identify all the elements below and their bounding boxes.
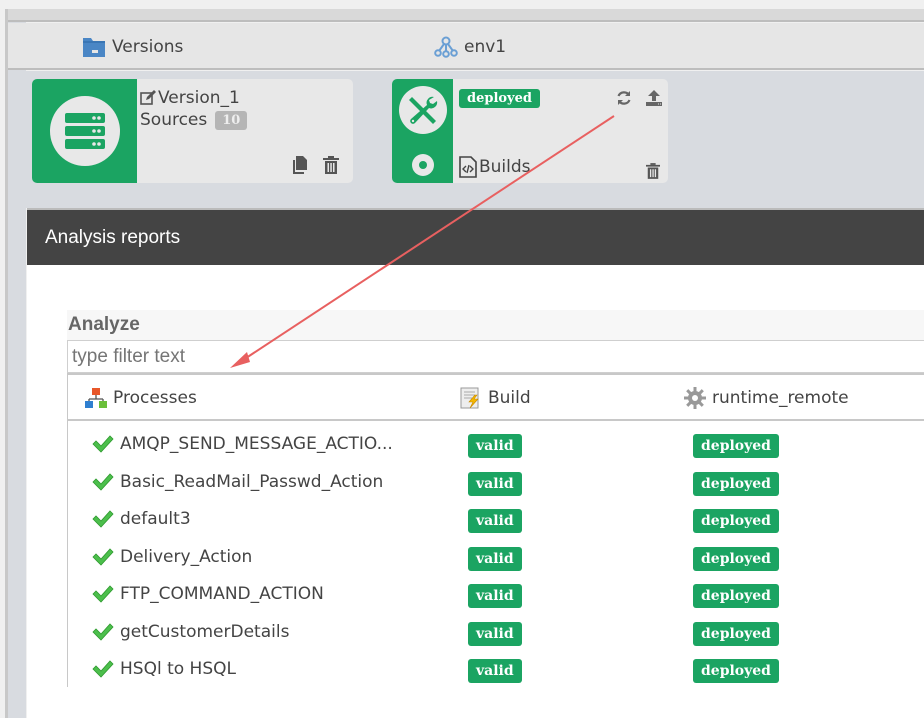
upload-icon[interactable]	[646, 90, 662, 106]
runtime-status-badge: deployed	[693, 472, 779, 496]
table-row[interactable]: Delivery_Action valid deployed	[68, 543, 924, 580]
process-name-cell[interactable]: Basic_ReadMail_Passwd_Action	[92, 468, 383, 496]
process-name: getCustomerDetails	[120, 622, 289, 642]
runtime-status-badge: deployed	[693, 622, 779, 646]
build-status-badge: valid	[468, 509, 522, 533]
panel-title: Analysis reports	[45, 227, 180, 248]
edit-icon[interactable]	[140, 90, 156, 106]
check-icon	[92, 510, 114, 528]
build-status-badge: valid	[468, 622, 522, 646]
version-name[interactable]: Version_1	[140, 88, 240, 108]
cards-area: Version_1 Sources 10	[8, 71, 924, 208]
check-icon	[92, 585, 114, 603]
gear-icon	[684, 387, 706, 409]
folder-icon	[82, 36, 106, 58]
process-name: Basic_ReadMail_Passwd_Action	[120, 472, 383, 492]
build-status-badge: valid	[468, 584, 522, 608]
env-card-body: deployed Builds	[453, 79, 668, 183]
version-card[interactable]: Version_1 Sources 10	[32, 79, 353, 183]
trash-icon[interactable]	[323, 156, 339, 174]
process-name: FTP_COMMAND_ACTION	[120, 584, 324, 604]
tab-bar: Versions env1	[8, 23, 924, 70]
build-status-badge: valid	[468, 472, 522, 496]
sources-count-badge: 10	[215, 111, 247, 130]
env-card-side	[392, 79, 453, 183]
check-icon	[92, 623, 114, 641]
process-name: HSQl to HSQL	[120, 659, 236, 679]
column-runtime-remote-label: runtime_remote	[712, 388, 849, 408]
env-card[interactable]: deployed Builds	[392, 79, 668, 183]
builds-label: Builds	[479, 157, 531, 177]
process-name-cell[interactable]: HSQl to HSQL	[92, 655, 236, 683]
process-name-cell[interactable]: getCustomerDetails	[92, 618, 289, 646]
process-name: AMQP_SEND_MESSAGE_ACTIO...	[120, 434, 393, 454]
table-row[interactable]: Basic_ReadMail_Passwd_Action valid deploye…	[68, 468, 924, 505]
analyze-title: Analyze	[67, 310, 924, 340]
code-file-icon	[459, 156, 477, 178]
process-name: default3	[120, 509, 191, 529]
table-row[interactable]: FTP_COMMAND_ACTION valid deployed	[68, 580, 924, 617]
build-icon	[460, 387, 482, 409]
build-status-badge: valid	[468, 434, 522, 458]
runtime-status-badge: deployed	[693, 434, 779, 458]
version-name-label: Version_1	[158, 88, 240, 108]
process-name: Delivery_Action	[120, 547, 252, 567]
process-name-cell[interactable]: default3	[92, 505, 191, 533]
column-processes-label: Processes	[113, 388, 197, 408]
runtime-status-badge: deployed	[693, 659, 779, 683]
filter-input[interactable]	[67, 340, 924, 373]
table-row[interactable]: default3 valid deployed	[68, 505, 924, 542]
process-grid: Processes Build runtime_remote AMQP_SEND…	[67, 373, 924, 687]
check-icon	[92, 548, 114, 566]
runtime-status-badge: deployed	[693, 547, 779, 571]
tools-icon	[399, 86, 447, 134]
tab-env1-label: env1	[464, 37, 506, 57]
version-sources: Sources 10	[140, 110, 247, 130]
server-icon	[50, 96, 120, 166]
tab-versions-label: Versions	[112, 37, 183, 57]
sources-label: Sources	[140, 110, 207, 130]
check-icon	[92, 473, 114, 491]
env-status-badge: deployed	[459, 89, 540, 108]
copy-icon[interactable]	[292, 156, 308, 174]
version-card-side	[32, 79, 137, 183]
build-status-badge: valid	[468, 547, 522, 571]
analysis-reports-header: Analysis reports	[27, 208, 924, 265]
column-build-label: Build	[488, 388, 531, 408]
grid-header: Processes Build runtime_remote	[68, 373, 924, 421]
process-name-cell[interactable]: Delivery_Action	[92, 543, 252, 571]
hierarchy-icon	[85, 387, 107, 409]
analysis-reports-body: Analyze Processes Build	[27, 265, 924, 718]
tab-env1[interactable]: env1	[434, 36, 506, 58]
table-row[interactable]: AMQP_SEND_MESSAGE_ACTIO... valid deployed	[68, 430, 924, 467]
network-icon	[434, 36, 458, 58]
version-card-body: Version_1 Sources 10	[137, 79, 353, 183]
top-strip	[8, 9, 924, 22]
table-row[interactable]: getCustomerDetails valid deployed	[68, 618, 924, 655]
check-icon	[92, 435, 114, 453]
refresh-icon[interactable]	[616, 90, 632, 106]
column-runtime-remote[interactable]: runtime_remote	[684, 387, 849, 409]
column-build[interactable]: Build	[460, 387, 531, 409]
runtime-status-badge: deployed	[693, 509, 779, 533]
check-icon	[92, 660, 114, 678]
tab-versions[interactable]: Versions	[82, 36, 183, 58]
trash-icon[interactable]	[646, 163, 660, 179]
builds-link[interactable]: Builds	[459, 156, 531, 178]
column-processes[interactable]: Processes	[85, 387, 197, 409]
table-row[interactable]: HSQl to HSQL valid deployed	[68, 655, 924, 692]
app-frame: Versions env1	[0, 0, 924, 718]
build-status-badge: valid	[468, 659, 522, 683]
process-name-cell[interactable]: FTP_COMMAND_ACTION	[92, 580, 324, 608]
process-name-cell[interactable]: AMQP_SEND_MESSAGE_ACTIO...	[92, 430, 393, 458]
runtime-status-badge: deployed	[693, 584, 779, 608]
disc-icon	[412, 154, 434, 176]
